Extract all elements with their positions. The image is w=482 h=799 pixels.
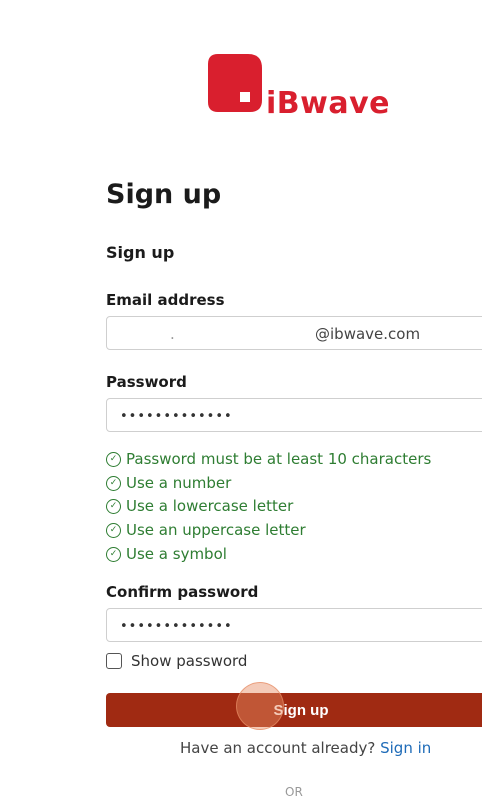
check-circle-icon: ✓ [106, 546, 121, 562]
sign-up-button[interactable]: Sign up [106, 693, 482, 727]
requirement-symbol: ✓ Use a symbol [106, 545, 227, 563]
sign-in-link[interactable]: Sign in [380, 739, 431, 757]
click-indicator [236, 682, 284, 730]
show-password-checkbox[interactable] [106, 653, 122, 669]
confirm-password-value: ••••••••••••• [120, 619, 233, 634]
check-circle-icon: ✓ [106, 498, 121, 514]
confirm-password-label: Confirm password [106, 583, 259, 601]
password-field[interactable]: ••••••••••••• [106, 398, 482, 432]
requirement-length: ✓ Password must be at least 10 character… [106, 450, 431, 468]
password-value: ••••••••••••• [120, 409, 233, 424]
check-circle-icon: ✓ [106, 522, 121, 538]
email-field[interactable]: . @ibwave.com [106, 316, 482, 350]
form-subtitle: Sign up [106, 243, 175, 262]
requirement-number: ✓ Use a number [106, 474, 231, 492]
password-label: Password [106, 373, 187, 391]
email-label: Email address [106, 291, 225, 309]
page-title: Sign up [106, 179, 222, 210]
requirement-lowercase: ✓ Use a lowercase letter [106, 497, 293, 515]
have-account-text: Have an account already? Sign in [180, 739, 432, 757]
or-divider: OR [285, 785, 303, 799]
confirm-password-field[interactable]: ••••••••••••• [106, 608, 482, 642]
check-circle-icon: ✓ [106, 475, 121, 491]
show-password-label[interactable]: Show password [131, 652, 247, 670]
email-value: @ibwave.com [315, 325, 421, 343]
check-circle-icon: ✓ [106, 451, 121, 467]
email-redacted-text: . [170, 325, 175, 343]
brand-name: iBwave [266, 86, 391, 121]
requirement-uppercase: ✓ Use an uppercase letter [106, 521, 306, 539]
